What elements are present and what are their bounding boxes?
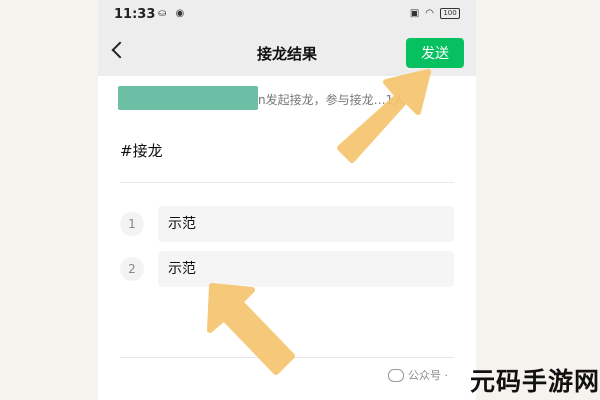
phone-screen: 11:33 ⛀ ◉ ▣ ◠ 100 接龙结果 发送 n发起接龙，参与接龙…1人 … [98,0,476,400]
list-item: 1 示范 [120,206,454,242]
watermark-account-label: 公众号 · [408,369,448,382]
entry-number: 1 [120,212,144,236]
status-bar: 11:33 ⛀ ◉ ▣ ◠ 100 [98,0,476,30]
solitaire-info: n发起接龙，参与接龙…1人 [118,84,458,112]
vibrate-icon: ▣ [409,8,420,19]
list-item: 2 示范 [120,251,454,287]
wifi-icon: ◠ [425,8,434,19]
wechat-icon [388,368,404,382]
info-text: n发起接龙，参与接龙…1人 [258,93,406,107]
send-button[interactable]: 发送 [406,38,464,68]
solitaire-topic[interactable]: #接龙 [120,140,163,161]
status-time: 11:33 [114,7,156,22]
notification-icon: ⛀ ◉ [158,8,188,19]
entry-input[interactable]: 示范 [158,251,454,287]
entry-number: 2 [120,257,144,281]
status-icons: ▣ ◠ 100 [410,8,460,19]
divider [120,182,454,183]
site-logo: 元码手游网 [470,367,600,396]
battery-icon: 100 [440,8,460,19]
watermark-account: 公众号 · [388,367,448,383]
redacted-name-block [118,86,258,110]
divider [120,357,454,358]
entry-input[interactable]: 示范 [158,206,454,242]
battery-level: 100 [443,9,457,17]
nav-bar: 接龙结果 发送 [98,30,476,76]
